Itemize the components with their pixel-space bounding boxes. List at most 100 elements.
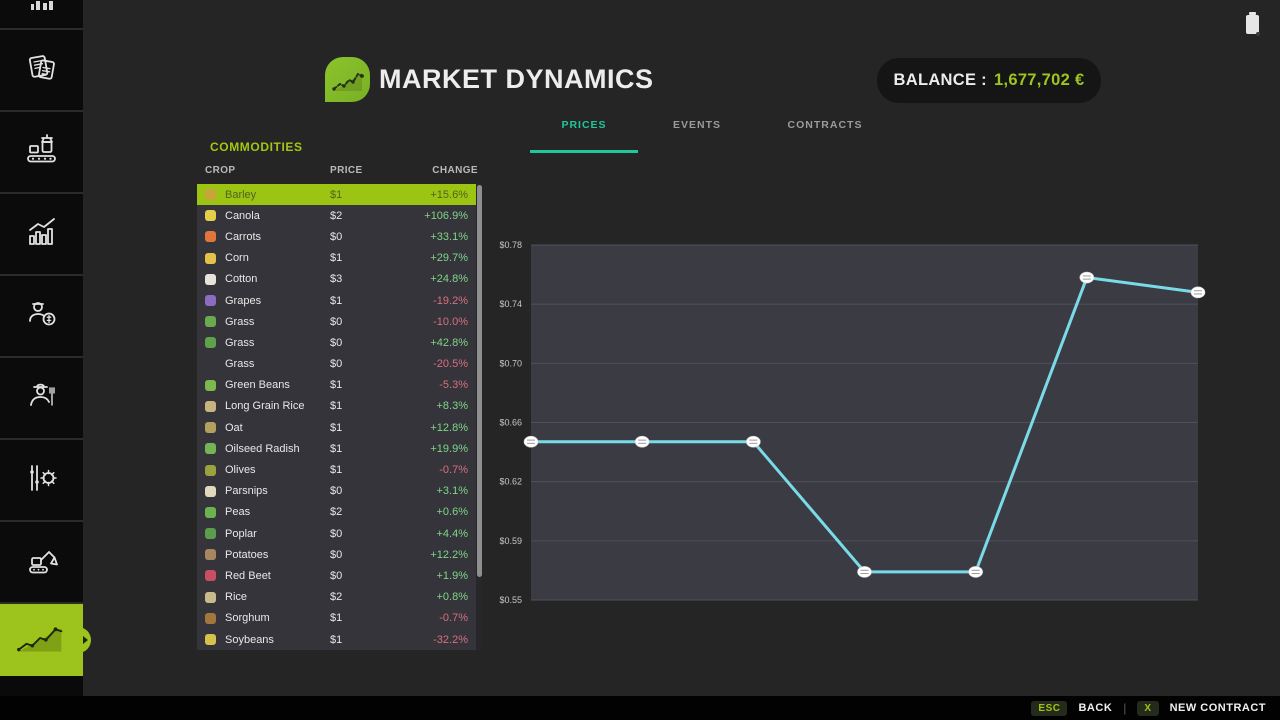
column-header-price: PRICE — [330, 165, 363, 176]
crop-name: Oat — [225, 422, 330, 434]
crop-price: $1 — [330, 379, 392, 391]
crop-name: Parsnips — [225, 485, 330, 497]
crop-price: $2 — [330, 210, 392, 222]
y-axis-tick-label: $0.59 — [499, 536, 522, 546]
sidebar-item-documents[interactable] — [0, 30, 83, 112]
crop-change: +24.8% — [392, 273, 468, 285]
commodity-row[interactable]: Long Grain Rice$1+8.3% — [197, 396, 476, 417]
crop-name: Grapes — [225, 295, 330, 307]
tab-prices[interactable]: PRICES — [551, 119, 617, 131]
grapes-icon — [205, 295, 216, 306]
crop-name: Red Beet — [225, 570, 330, 582]
production-icon — [22, 130, 62, 175]
game-menu-sidebar — [0, 0, 83, 696]
commodity-row[interactable]: Sorghum$1-0.7% — [197, 608, 476, 629]
documents-icon — [22, 48, 62, 93]
rice-paddy-icon — [205, 592, 216, 603]
commodity-row[interactable]: Carrots$0+33.1% — [197, 226, 476, 247]
sidebar-item-production[interactable] — [0, 112, 83, 194]
commodities-table: Barley$1+15.6%Canola$2+106.9%Carrots$0+3… — [197, 184, 482, 650]
sidebar-item-settings[interactable] — [0, 440, 83, 522]
crop-price: $1 — [330, 464, 392, 476]
crop-price: $2 — [330, 506, 392, 518]
data-point-marker — [969, 566, 983, 577]
commodity-row[interactable]: Green Beans$1-5.3% — [197, 375, 476, 396]
grass-bale-icon — [205, 337, 216, 348]
active-tab-underline — [530, 150, 638, 153]
market-dynamics-logo-icon — [325, 57, 370, 102]
data-point-marker — [858, 566, 872, 577]
commodity-row[interactable]: Poplar$0+4.4% — [197, 523, 476, 544]
back-button[interactable]: BACK — [1078, 702, 1112, 714]
commodity-row[interactable]: Oat$1+12.8% — [197, 417, 476, 438]
y-axis-tick-label: $0.62 — [499, 477, 522, 487]
commodities-rows: Barley$1+15.6%Canola$2+106.9%Carrots$0+3… — [197, 184, 476, 650]
crop-price: $1 — [330, 189, 392, 201]
sidebar-item-market-dynamics[interactable] — [0, 604, 83, 676]
crop-change: -10.0% — [392, 316, 468, 328]
commodity-row[interactable]: Potatoes$0+12.2% — [197, 544, 476, 565]
commodity-row[interactable]: Red Beet$0+1.9% — [197, 565, 476, 586]
commodity-row[interactable]: Canola$2+106.9% — [197, 205, 476, 226]
crop-change: -0.7% — [392, 612, 468, 624]
commodity-row[interactable]: Rice$2+0.8% — [197, 587, 476, 608]
crop-change: +29.7% — [392, 252, 468, 264]
statistics-icon — [22, 212, 62, 257]
crop-price: $0 — [330, 570, 392, 582]
crop-name: Cotton — [225, 273, 330, 285]
crop-change: +33.1% — [392, 231, 468, 243]
y-axis-tick-label: $0.70 — [499, 358, 522, 368]
sidebar-item-farmer[interactable] — [0, 358, 83, 440]
crop-change: -19.2% — [392, 295, 468, 307]
crop-price: $0 — [330, 337, 392, 349]
sidebar-item-statistics[interactable] — [0, 194, 83, 276]
commodity-row[interactable]: Peas$2+0.6% — [197, 502, 476, 523]
page-title: MARKET DYNAMICS — [379, 64, 654, 95]
price-history-chart: $0.78$0.74$0.70$0.66$0.62$0.59$0.55 — [470, 233, 1215, 613]
y-axis-tick-label: $0.55 — [499, 595, 522, 605]
crop-price: $2 — [330, 591, 392, 603]
sidebar-item-sales[interactable] — [0, 276, 83, 358]
commodity-row[interactable]: Soybeans$1-32.2% — [197, 629, 476, 650]
commodity-row[interactable]: Grass$0-10.0% — [197, 311, 476, 332]
x-key-badge[interactable]: X — [1137, 701, 1158, 716]
green-beans-icon — [205, 380, 216, 391]
column-header-change: CHANGE — [398, 165, 478, 176]
new-contract-button[interactable]: NEW CONTRACT — [1170, 702, 1266, 714]
crop-name: Poplar — [225, 528, 330, 540]
tab-events[interactable]: EVENTS — [664, 119, 730, 131]
crop-change: -20.5% — [392, 358, 468, 370]
commodity-row[interactable]: Grass$0-20.5% — [197, 354, 476, 375]
crop-change: +0.8% — [392, 591, 468, 603]
commodity-row[interactable]: Grass$0+42.8% — [197, 332, 476, 353]
commodity-row[interactable]: Olives$1-0.7% — [197, 459, 476, 480]
crop-change: -5.3% — [392, 379, 468, 391]
sidebar-item-top-clipped[interactable] — [0, 0, 83, 30]
oilseed-radish-icon — [205, 443, 216, 454]
crop-name: Grass — [225, 337, 330, 349]
crop-name: Long Grain Rice — [225, 400, 330, 412]
market-chart-icon — [13, 616, 71, 665]
y-axis-tick-label: $0.66 — [499, 418, 522, 428]
crop-name: Carrots — [225, 231, 330, 243]
commodity-row[interactable]: Parsnips$0+3.1% — [197, 481, 476, 502]
balance-value: 1,677,702 € — [994, 71, 1084, 90]
sidebar-item-construction[interactable] — [0, 522, 83, 604]
commodity-row[interactable]: Grapes$1-19.2% — [197, 290, 476, 311]
tab-contracts[interactable]: CONTRACTS — [780, 119, 870, 131]
crop-name: Potatoes — [225, 549, 330, 561]
market-dynamics-screen: MARKET DYNAMICS BALANCE : 1,677,702 € PR… — [0, 0, 1280, 720]
crop-name: Rice — [225, 591, 330, 603]
commodity-row[interactable]: Oilseed Radish$1+19.9% — [197, 438, 476, 459]
crop-name: Sorghum — [225, 612, 330, 624]
crop-price: $1 — [330, 400, 392, 412]
crop-name: Canola — [225, 210, 330, 222]
commodity-row[interactable]: Barley$1+15.6% — [197, 184, 476, 205]
commodity-row[interactable]: Corn$1+29.7% — [197, 248, 476, 269]
cotton-icon — [205, 274, 216, 285]
commodity-row[interactable]: Cotton$3+24.8% — [197, 269, 476, 290]
rice-grain-icon — [205, 401, 216, 412]
esc-key-badge[interactable]: ESC — [1031, 701, 1067, 716]
crop-name: Green Beans — [225, 379, 330, 391]
data-point-marker — [1080, 272, 1094, 283]
